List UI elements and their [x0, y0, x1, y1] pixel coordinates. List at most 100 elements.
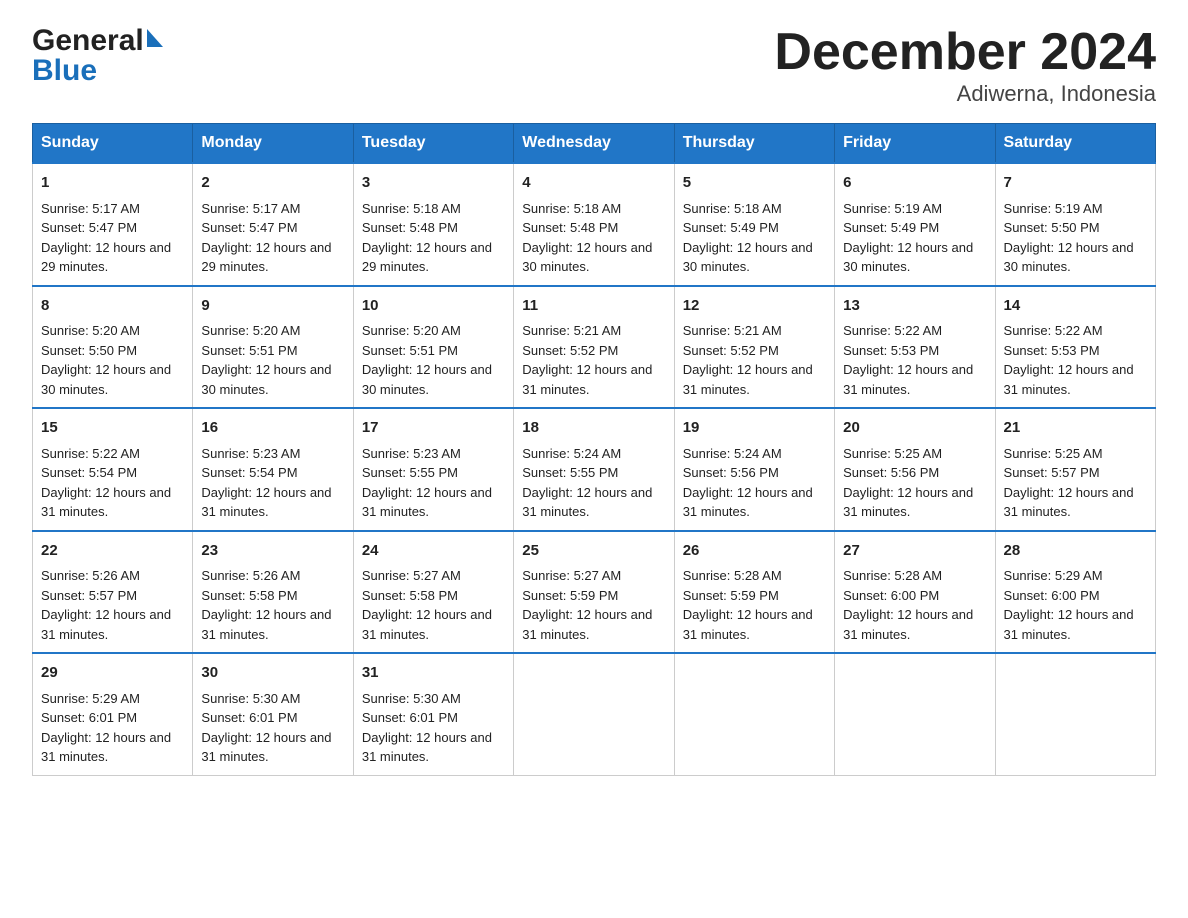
day-info: Sunrise: 5:20 AMSunset: 5:50 PMDaylight:… [41, 321, 184, 399]
day-number: 13 [843, 295, 986, 318]
day-number: 17 [362, 417, 505, 440]
calendar-cell: 9Sunrise: 5:20 AMSunset: 5:51 PMDaylight… [193, 286, 353, 409]
day-info: Sunrise: 5:20 AMSunset: 5:51 PMDaylight:… [201, 321, 344, 399]
week-row-3: 15 Sunrise: 5:22 AMSunset: 5:54 PMDayligh… [33, 408, 1156, 531]
week-row-4: 22 Sunrise: 5:26 AMSunset: 5:57 PMDayligh… [33, 531, 1156, 654]
day-info: Sunrise: 5:19 AMSunset: 5:49 PMDaylight:… [843, 199, 986, 277]
day-number: 1 [41, 172, 184, 195]
day-info: Sunrise: 5:27 AMSunset: 5:59 PMDaylight:… [522, 566, 665, 644]
day-number: 22 [41, 540, 184, 563]
weekday-header-saturday: Saturday [995, 124, 1155, 164]
day-number: 25 [522, 540, 665, 563]
day-info: Sunrise: 5:26 AMSunset: 5:57 PMDaylight:… [41, 566, 184, 644]
day-number: 30 [201, 662, 344, 685]
day-number: 31 [362, 662, 505, 685]
calendar-cell: 20 Sunrise: 5:25 AMSunset: 5:56 PMDayligh… [835, 408, 995, 531]
calendar-cell: 12 Sunrise: 5:21 AMSunset: 5:52 PMDayligh… [674, 286, 834, 409]
logo-arrow-icon [147, 29, 163, 47]
logo-blue-text: Blue [32, 54, 163, 88]
calendar-cell: 13 Sunrise: 5:22 AMSunset: 5:53 PMDayligh… [835, 286, 995, 409]
calendar-table: SundayMondayTuesdayWednesdayThursdayFrid… [32, 123, 1156, 776]
day-number: 23 [201, 540, 344, 563]
week-row-1: 1 Sunrise: 5:17 AMSunset: 5:47 PMDaylight… [33, 163, 1156, 286]
logo: General Blue [32, 24, 163, 88]
weekday-header-wednesday: Wednesday [514, 124, 674, 164]
day-number: 14 [1004, 295, 1147, 318]
day-number: 3 [362, 172, 505, 195]
day-info: Sunrise: 5:30 AMSunset: 6:01 PMDaylight:… [362, 689, 505, 767]
day-info: Sunrise: 5:25 AMSunset: 5:57 PMDaylight:… [1004, 444, 1147, 522]
day-info: Sunrise: 5:18 AMSunset: 5:48 PMDaylight:… [522, 199, 665, 277]
calendar-cell: 8 Sunrise: 5:20 AMSunset: 5:50 PMDaylight… [33, 286, 193, 409]
day-info: Sunrise: 5:24 AMSunset: 5:55 PMDaylight:… [522, 444, 665, 522]
calendar-cell: 3Sunrise: 5:18 AMSunset: 5:48 PMDaylight… [353, 163, 513, 286]
day-info: Sunrise: 5:21 AMSunset: 5:52 PMDaylight:… [522, 321, 665, 399]
day-info: Sunrise: 5:27 AMSunset: 5:58 PMDaylight:… [362, 566, 505, 644]
day-info: Sunrise: 5:17 AMSunset: 5:47 PMDaylight:… [201, 199, 344, 277]
calendar-title: December 2024 [774, 24, 1156, 81]
day-number: 2 [201, 172, 344, 195]
calendar-cell: 15 Sunrise: 5:22 AMSunset: 5:54 PMDayligh… [33, 408, 193, 531]
day-number: 5 [683, 172, 826, 195]
day-number: 24 [362, 540, 505, 563]
calendar-cell: 25 Sunrise: 5:27 AMSunset: 5:59 PMDayligh… [514, 531, 674, 654]
page-header: General Blue December 2024 Adiwerna, Ind… [32, 24, 1156, 107]
calendar-cell: 2 Sunrise: 5:17 AMSunset: 5:47 PMDaylight… [193, 163, 353, 286]
calendar-cell: 21Sunrise: 5:25 AMSunset: 5:57 PMDayligh… [995, 408, 1155, 531]
calendar-cell [674, 653, 834, 775]
day-number: 29 [41, 662, 184, 685]
weekday-header-thursday: Thursday [674, 124, 834, 164]
calendar-cell: 10 Sunrise: 5:20 AMSunset: 5:51 PMDayligh… [353, 286, 513, 409]
calendar-subtitle: Adiwerna, Indonesia [774, 81, 1156, 107]
day-number: 4 [522, 172, 665, 195]
weekday-header-monday: Monday [193, 124, 353, 164]
day-number: 12 [683, 295, 826, 318]
day-info: Sunrise: 5:25 AMSunset: 5:56 PMDaylight:… [843, 444, 986, 522]
day-info: Sunrise: 5:30 AMSunset: 6:01 PMDaylight:… [201, 689, 344, 767]
day-info: Sunrise: 5:22 AMSunset: 5:54 PMDaylight:… [41, 444, 184, 522]
day-number: 10 [362, 295, 505, 318]
calendar-cell: 28Sunrise: 5:29 AMSunset: 6:00 PMDayligh… [995, 531, 1155, 654]
calendar-cell [995, 653, 1155, 775]
calendar-cell: 17 Sunrise: 5:23 AMSunset: 5:55 PMDayligh… [353, 408, 513, 531]
day-number: 28 [1004, 540, 1147, 563]
calendar-cell: 29Sunrise: 5:29 AMSunset: 6:01 PMDayligh… [33, 653, 193, 775]
day-number: 8 [41, 295, 184, 318]
weekday-header-friday: Friday [835, 124, 995, 164]
calendar-cell: 16 Sunrise: 5:23 AMSunset: 5:54 PMDayligh… [193, 408, 353, 531]
day-number: 18 [522, 417, 665, 440]
day-info: Sunrise: 5:19 AMSunset: 5:50 PMDaylight:… [1004, 199, 1147, 277]
day-number: 27 [843, 540, 986, 563]
calendar-cell: 1 Sunrise: 5:17 AMSunset: 5:47 PMDaylight… [33, 163, 193, 286]
day-info: Sunrise: 5:22 AMSunset: 5:53 PMDaylight:… [1004, 321, 1147, 399]
calendar-cell [835, 653, 995, 775]
day-number: 15 [41, 417, 184, 440]
logo-general-text: General [32, 24, 144, 58]
calendar-cell: 7 Sunrise: 5:19 AMSunset: 5:50 PMDaylight… [995, 163, 1155, 286]
day-info: Sunrise: 5:28 AMSunset: 5:59 PMDaylight:… [683, 566, 826, 644]
calendar-cell: 23Sunrise: 5:26 AMSunset: 5:58 PMDayligh… [193, 531, 353, 654]
day-info: Sunrise: 5:17 AMSunset: 5:47 PMDaylight:… [41, 199, 184, 277]
calendar-cell: 24 Sunrise: 5:27 AMSunset: 5:58 PMDayligh… [353, 531, 513, 654]
calendar-cell: 31 Sunrise: 5:30 AMSunset: 6:01 PMDayligh… [353, 653, 513, 775]
calendar-cell: 4 Sunrise: 5:18 AMSunset: 5:48 PMDaylight… [514, 163, 674, 286]
day-number: 16 [201, 417, 344, 440]
day-number: 11 [522, 295, 665, 318]
day-number: 20 [843, 417, 986, 440]
day-info: Sunrise: 5:28 AMSunset: 6:00 PMDaylight:… [843, 566, 986, 644]
calendar-cell: 5 Sunrise: 5:18 AMSunset: 5:49 PMDaylight… [674, 163, 834, 286]
weekday-header-sunday: Sunday [33, 124, 193, 164]
day-number: 7 [1004, 172, 1147, 195]
calendar-cell: 26Sunrise: 5:28 AMSunset: 5:59 PMDayligh… [674, 531, 834, 654]
day-info: Sunrise: 5:20 AMSunset: 5:51 PMDaylight:… [362, 321, 505, 399]
week-row-2: 8 Sunrise: 5:20 AMSunset: 5:50 PMDaylight… [33, 286, 1156, 409]
day-info: Sunrise: 5:23 AMSunset: 5:54 PMDaylight:… [201, 444, 344, 522]
day-info: Sunrise: 5:23 AMSunset: 5:55 PMDaylight:… [362, 444, 505, 522]
day-number: 6 [843, 172, 986, 195]
day-info: Sunrise: 5:21 AMSunset: 5:52 PMDaylight:… [683, 321, 826, 399]
day-info: Sunrise: 5:22 AMSunset: 5:53 PMDaylight:… [843, 321, 986, 399]
day-info: Sunrise: 5:18 AMSunset: 5:49 PMDaylight:… [683, 199, 826, 277]
calendar-cell: 30 Sunrise: 5:30 AMSunset: 6:01 PMDayligh… [193, 653, 353, 775]
calendar-cell: 27 Sunrise: 5:28 AMSunset: 6:00 PMDayligh… [835, 531, 995, 654]
weekday-header-row: SundayMondayTuesdayWednesdayThursdayFrid… [33, 124, 1156, 164]
